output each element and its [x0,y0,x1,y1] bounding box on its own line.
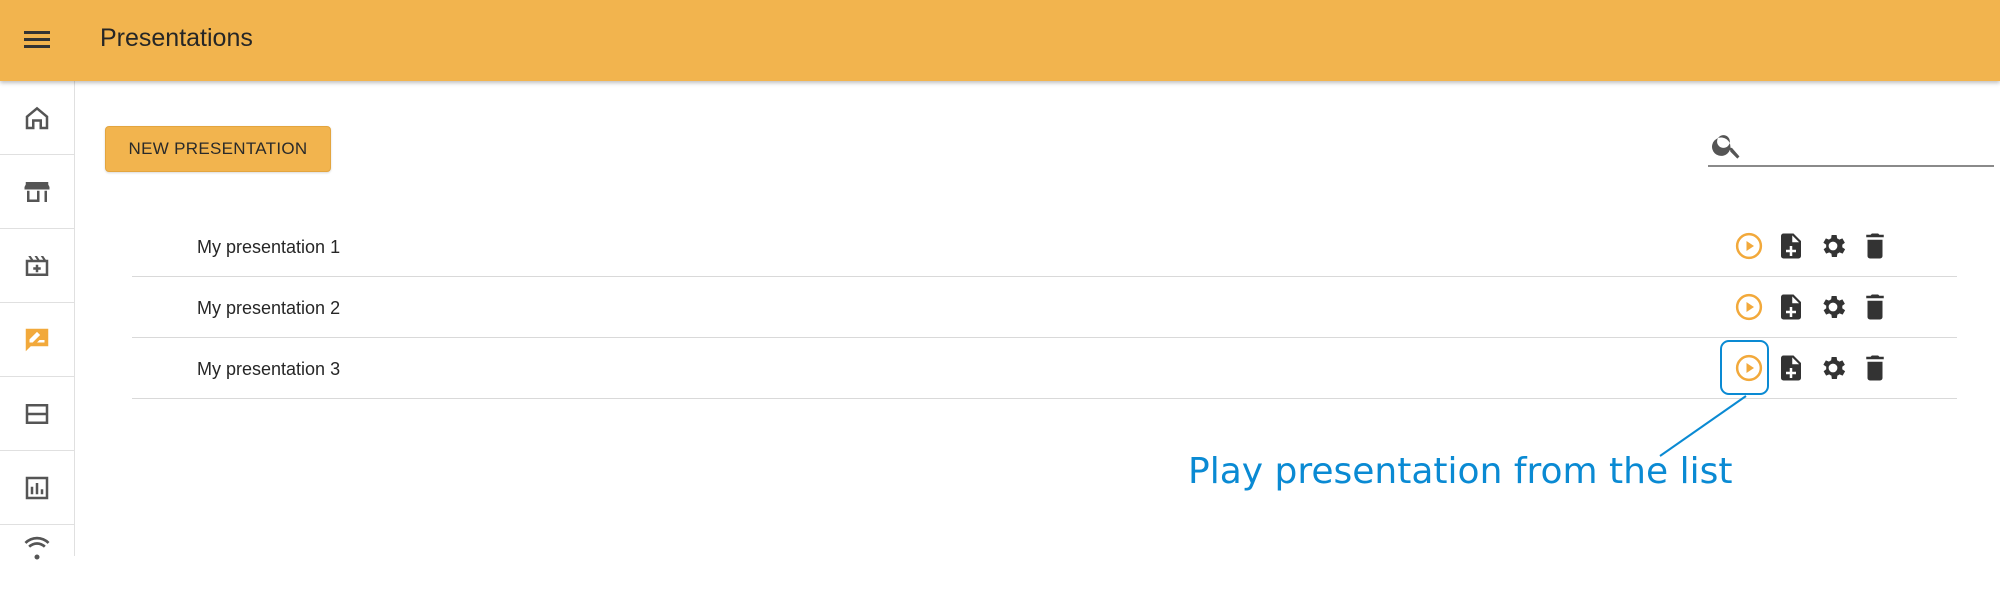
delete-icon [1866,355,1884,381]
play-button[interactable] [1728,291,1770,323]
settings-icon [1823,296,1846,318]
add-file-button[interactable] [1770,291,1812,323]
sidebar-item-home[interactable] [0,81,74,155]
app-bar: Presentations [0,0,2000,81]
add-file-button[interactable] [1770,352,1812,384]
home-icon [25,106,49,129]
row-actions [1728,230,1896,262]
wifi-icon [24,536,50,559]
callout-highlight [1720,340,1769,395]
settings-icon [1823,235,1846,257]
presentation-name: My presentation 1 [197,237,341,257]
delete-icon [1866,233,1884,259]
presentation-list: My presentation 1 My presentation 2 My p… [132,216,1957,399]
delete-icon [1866,294,1884,320]
sidebar-item-movies[interactable] [0,229,74,303]
list-item[interactable]: My presentation 2 [132,277,1957,338]
callout-label: Play presentation from the list [1188,451,1733,492]
presentation-name: My presentation 2 [197,298,341,318]
search-input[interactable] [1750,128,1994,164]
presentation-edit-icon [25,328,49,351]
play-button[interactable] [1728,230,1770,262]
menu-icon[interactable] [24,31,50,49]
new-presentation-button[interactable]: NEW PRESENTATION [105,126,331,172]
play-icon [1735,232,1763,260]
settings-button[interactable] [1812,352,1854,384]
add-file-icon [1781,294,1801,320]
sidebar-item-layouts[interactable] [0,377,74,451]
settings-icon [1823,357,1846,379]
add-file-icon [1781,355,1801,381]
add-file-button[interactable] [1770,230,1812,262]
search-underline [1708,165,1994,167]
movie-add-icon [25,255,49,276]
settings-button[interactable] [1812,230,1854,262]
page-title: Presentations [100,24,253,52]
settings-button[interactable] [1812,291,1854,323]
chart-icon [25,476,49,499]
play-icon [1735,293,1763,321]
row-actions [1728,291,1896,323]
search-box [1708,126,1994,167]
search-icon [1712,135,1740,159]
list-item[interactable]: My presentation 1 [132,216,1957,277]
store-icon [24,181,50,202]
sidebar-item-reports[interactable] [0,451,74,525]
delete-button[interactable] [1854,230,1896,262]
sidebar-item-presentations[interactable] [0,303,74,377]
add-file-icon [1781,233,1801,259]
delete-button[interactable] [1854,291,1896,323]
table-layout-icon [25,403,49,424]
presentation-name: My presentation 3 [197,359,341,379]
sidebar-item-store[interactable] [0,155,74,229]
sidebar-item-network[interactable] [0,525,74,598]
delete-button[interactable] [1854,352,1896,384]
sidebar [0,81,75,559]
list-item[interactable]: My presentation 3 [132,338,1957,399]
